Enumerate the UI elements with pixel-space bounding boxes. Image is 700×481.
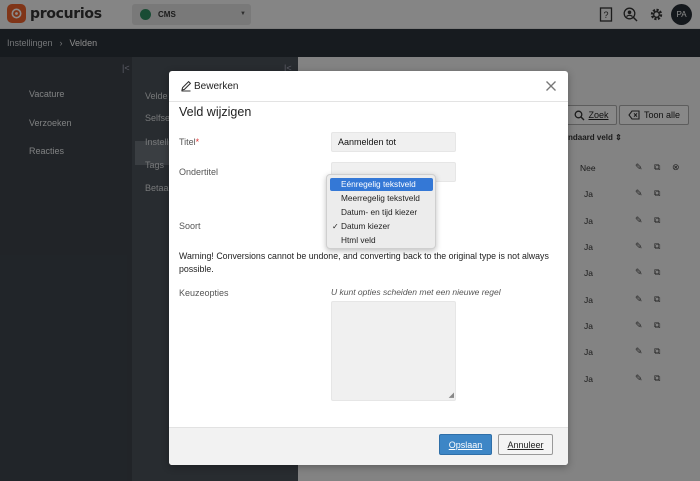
checkmark-icon: ✓ <box>332 222 339 231</box>
options-textarea[interactable]: ◢ <box>331 301 456 401</box>
dropdown-option-single-line[interactable]: Eénregelig tekstveld <box>330 178 433 191</box>
save-button[interactable]: Opslaan <box>439 434 492 455</box>
options-hint: U kunt opties scheiden met een nieuwe re… <box>331 287 501 297</box>
cancel-button[interactable]: Annuleer <box>498 434 553 455</box>
resize-handle-icon[interactable]: ◢ <box>449 391 454 399</box>
dialog-header: Bewerken <box>169 71 568 102</box>
dialog-header-title: Bewerken <box>194 81 239 92</box>
options-label: Keuzeopties <box>179 288 229 298</box>
save-button-label: Opslaan <box>448 439 483 450</box>
type-dropdown-menu: Eénregelig tekstveld Meerregelig tekstve… <box>326 174 436 249</box>
required-marker: * <box>195 137 200 147</box>
dropdown-option-datetime[interactable]: Datum- en tijd kiezer <box>330 206 433 219</box>
conversion-warning: Warning! Conversions cannot be undone, a… <box>179 251 549 274</box>
edit-field-dialog: Bewerken Veld wijzigen Titel* Aanmelden … <box>169 71 568 465</box>
subtitle-label: Ondertitel <box>179 167 219 177</box>
dropdown-option-multi-line[interactable]: Meerregelig tekstveld <box>330 192 433 205</box>
cancel-button-label: Annuleer <box>507 439 544 450</box>
type-label: Soort <box>179 221 201 231</box>
dropdown-option-date[interactable]: ✓ Datum kiezer <box>330 220 433 233</box>
dialog-title: Veld wijzigen <box>179 105 252 119</box>
title-label: Titel* <box>179 137 200 147</box>
pencil-icon <box>180 80 192 94</box>
dropdown-option-html[interactable]: Html veld <box>330 234 433 247</box>
title-input[interactable]: Aanmelden tot <box>331 132 456 152</box>
close-icon[interactable] <box>545 80 557 94</box>
